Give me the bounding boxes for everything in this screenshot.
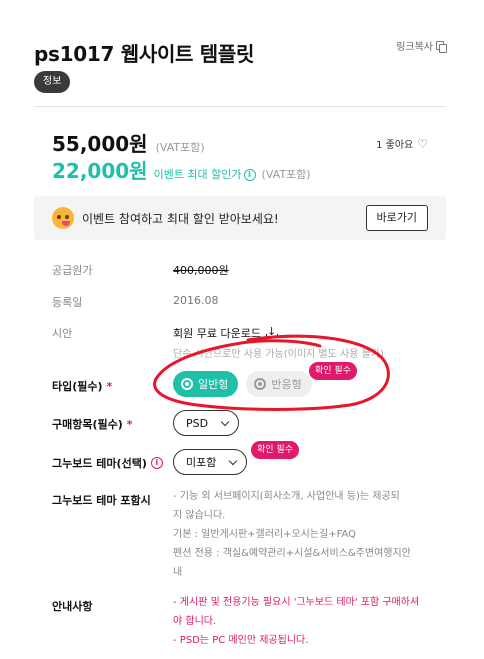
includes-description: - 기능 외 서브페이지(회사소개, 사업안내 등)는 제공되 지 않습니다. … [173, 491, 411, 578]
event-price-vat: (VAT포함) [261, 168, 311, 181]
gnuboard-select[interactable]: 미포함 [173, 449, 248, 475]
event-price-amount: 22,000원 [52, 159, 148, 183]
notice-description: - 게시판 및 전용기능 필요시 '그누보드 테마' 포함 구매하셔 야 합니다… [173, 597, 420, 646]
event-banner-text: 이벤트 참여하고 최대 할인 받아보세요! [82, 212, 279, 226]
price-event: 22,000원 이벤트 최대 할인가 i (VAT포함) [52, 155, 311, 184]
notice-label: 안내사항 [52, 600, 93, 613]
info-icon[interactable]: i [243, 169, 256, 181]
like-count: 1 좋아요 [376, 140, 414, 151]
supply-price-value: 400,000원 [173, 264, 229, 277]
gnuboard-label: 그누보드 테마(선택) i [52, 455, 163, 471]
type-radio-group: 일반형 반응형 [173, 371, 312, 397]
heart-icon: ♡ [417, 136, 428, 151]
divider [34, 106, 446, 107]
purchase-label: 구매항목(필수) * [52, 417, 133, 432]
event-go-button[interactable]: 바로가기 [365, 205, 428, 231]
type-option-responsive[interactable]: 반응형 [246, 371, 312, 397]
price-vat: (VAT포함) [155, 141, 205, 154]
price-amount: 55,000원 [52, 132, 148, 156]
product-title: ps1017 웹사이트 템플릿 [34, 42, 255, 66]
draft-label: 시안 [52, 327, 73, 340]
draft-download-label: 회원 무료 다운로드 [173, 327, 261, 340]
event-banner: 이벤트 참여하고 최대 할인 받아보세요! 바로가기 [34, 196, 446, 240]
price-main: 55,000원 (VAT포함) [52, 128, 205, 157]
copy-link-button[interactable]: 링크복사 [396, 38, 447, 53]
copy-icon [436, 40, 447, 53]
register-date-value: 2016.08 [173, 294, 219, 307]
draft-download-button[interactable]: 회원 무료 다운로드 [173, 325, 278, 341]
radio-off-icon [254, 378, 267, 390]
info-icon[interactable]: i [150, 457, 163, 469]
includes-label: 그누보드 테마 포함시 [52, 494, 151, 507]
register-date-label: 등록일 [52, 296, 83, 309]
gnuboard-confirm-tag: 확인 필수 [251, 441, 299, 459]
copy-link-label: 링크복사 [396, 42, 433, 53]
type-confirm-tag: 확인 필수 [309, 362, 357, 380]
chevron-down-icon [229, 456, 238, 465]
event-price-label: 이벤트 최대 할인가 i [154, 166, 256, 182]
info-badge: 정보 [34, 71, 71, 93]
chevron-down-icon [220, 417, 230, 426]
supply-price-label: 공급원가 [52, 264, 93, 277]
type-option-basic[interactable]: 일반형 [173, 371, 239, 397]
radio-on-icon [181, 378, 193, 390]
download-icon [265, 325, 278, 338]
purchase-select[interactable]: PSD [173, 410, 240, 436]
type-label: 타입(필수) * [52, 379, 113, 394]
party-emoji-icon [52, 207, 74, 229]
like-button[interactable]: 1 좋아요 ♡ [376, 136, 428, 152]
draft-note: 단순 시안으로만 사용 가능(이미지 별도 사용 불가) [173, 349, 384, 360]
